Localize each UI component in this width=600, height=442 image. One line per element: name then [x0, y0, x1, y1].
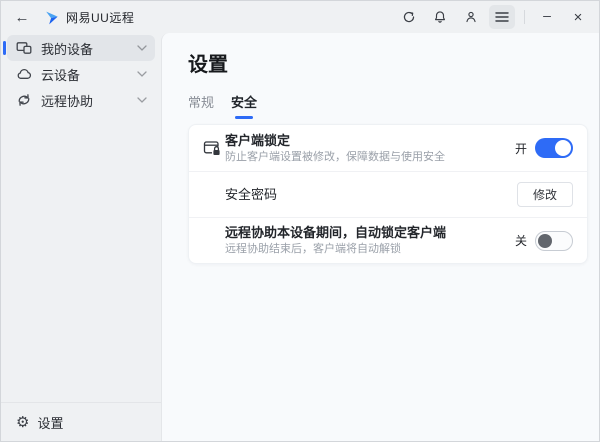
- gear-icon: ⚙: [16, 413, 30, 431]
- modify-password-button[interactable]: 修改: [517, 182, 573, 207]
- notifications-button[interactable]: [427, 5, 453, 29]
- active-tab-underline: [235, 116, 254, 119]
- main-menu-button[interactable]: [489, 5, 515, 29]
- tab-general-label: 常规: [188, 95, 215, 110]
- chevron-down-icon: [137, 71, 147, 77]
- toggle-state-label: 关: [514, 234, 527, 248]
- tab-general[interactable]: 常规: [188, 92, 214, 119]
- chevron-down-icon: [137, 97, 147, 103]
- setting-row-auto-lock: 远程协助本设备期间，自动锁定客户端 远程协助结束后，客户端将自动解锁 关: [189, 217, 587, 263]
- user-icon: [466, 11, 476, 23]
- minimize-button[interactable]: –: [534, 3, 560, 27]
- refresh-icon: [403, 11, 415, 23]
- close-button[interactable]: ×: [565, 5, 591, 29]
- sidebar-item-cloud-devices[interactable]: 云设备: [7, 61, 155, 87]
- remote-assist-icon: [16, 92, 32, 108]
- page-title: 设置: [188, 54, 228, 76]
- sidebar-settings-button[interactable]: ⚙ 设置: [1, 402, 161, 441]
- toggle-state-label: 开: [514, 141, 527, 156]
- toggle-knob: [555, 140, 571, 156]
- chevron-down-icon: [137, 45, 147, 51]
- setting-title: 安全密码: [225, 186, 278, 202]
- sidebar: 我的设备 云设备 远程协助 ⚙ 设置: [1, 33, 161, 441]
- titlebar: ← 网易UU远程 – ×: [1, 1, 599, 33]
- setting-row-security-password: 安全密码 修改: [189, 171, 587, 217]
- back-button[interactable]: ←: [9, 5, 35, 29]
- client-lock-toggle[interactable]: [535, 138, 573, 158]
- auto-lock-toggle[interactable]: [535, 230, 573, 251]
- cloud-icon: [16, 66, 32, 82]
- refresh-button[interactable]: [396, 5, 422, 29]
- sidebar-item-remote-assist[interactable]: 远程协助: [7, 87, 155, 113]
- setting-description: 远程协助结束后，客户端将自动解锁: [225, 243, 401, 255]
- app-logo-icon: [43, 9, 60, 26]
- setting-title: 远程协助本设备期间，自动锁定客户端: [225, 225, 447, 240]
- tab-security-label: 安全: [231, 95, 258, 110]
- active-indicator: [3, 41, 6, 55]
- sidebar-item-label: 远程协助: [41, 93, 94, 109]
- settings-page: 设置 常规 安全 客户端锁定 防止客户端设置被修改，保障数据与使用安全 开 安全…: [161, 33, 599, 441]
- toggle-knob: [538, 233, 552, 248]
- sidebar-settings-label: 设置: [37, 415, 64, 431]
- setting-description: 防止客户端设置被修改，保障数据与使用安全: [225, 150, 445, 163]
- security-settings-card: 客户端锁定 防止客户端设置被修改，保障数据与使用安全 开 安全密码 修改 远程协…: [188, 124, 588, 264]
- bell-icon: [434, 11, 446, 23]
- app-window: ← 网易UU远程 – × 我的设备 云设备 远程协助 ⚙ 设置 设置 常规 安全…: [0, 0, 600, 442]
- client-lock-icon: [203, 139, 225, 157]
- back-icon: ←: [14, 8, 30, 26]
- devices-icon: [16, 40, 32, 56]
- app-title: 网易UU远程: [66, 10, 135, 25]
- close-icon: ×: [573, 8, 583, 26]
- account-button[interactable]: [458, 5, 484, 29]
- setting-title: 客户端锁定: [225, 132, 291, 148]
- minimize-icon: –: [543, 7, 551, 23]
- setting-row-client-lock: 客户端锁定 防止客户端设置被修改，保障数据与使用安全 开: [189, 125, 587, 171]
- sidebar-item-my-devices[interactable]: 我的设备: [3, 35, 155, 61]
- hamburger-menu-icon: [495, 12, 509, 22]
- sidebar-item-label: 我的设备: [41, 41, 94, 57]
- settings-tabs: 常规 安全: [188, 92, 599, 119]
- sidebar-item-label: 云设备: [41, 67, 81, 83]
- tab-security[interactable]: 安全: [231, 92, 257, 119]
- titlebar-separator: [524, 10, 525, 24]
